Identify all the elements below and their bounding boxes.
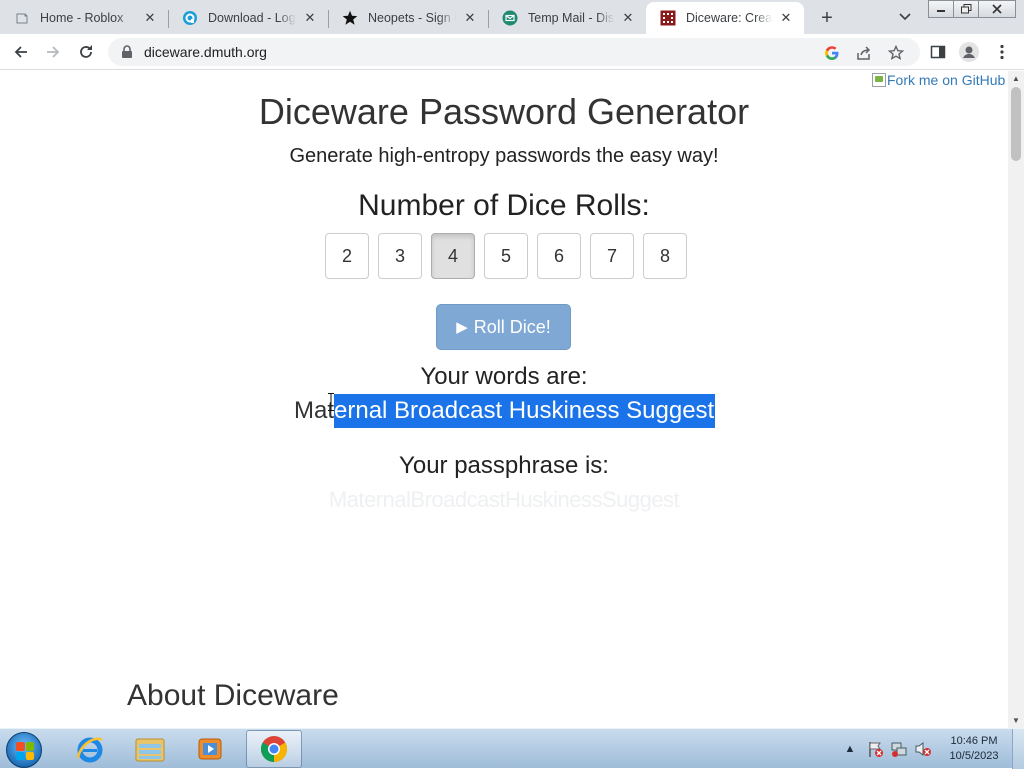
close-tab-icon[interactable]: ✕ bbox=[778, 10, 794, 26]
more-menu-icon[interactable] bbox=[990, 40, 1014, 64]
words-selected-text: ernal Broadcast Huskiness Suggest bbox=[334, 394, 716, 428]
dice-count-selector: 2 3 4 5 6 7 8 bbox=[325, 233, 687, 279]
close-tab-icon[interactable]: ✕ bbox=[620, 10, 636, 26]
action-center-flag-icon[interactable] bbox=[864, 737, 886, 761]
broken-image-icon bbox=[872, 73, 886, 87]
folder-icon bbox=[135, 738, 165, 762]
minimize-button[interactable] bbox=[928, 0, 954, 18]
dice-count-button-5[interactable]: 5 bbox=[484, 233, 528, 279]
chevron-down-icon[interactable] bbox=[895, 7, 915, 27]
scrollbar-thumb[interactable] bbox=[1011, 87, 1021, 161]
page-title: Diceware Password Generator bbox=[258, 91, 750, 132]
dice-count-button-3[interactable]: 3 bbox=[378, 233, 422, 279]
show-hidden-icons-arrow[interactable]: ▲ bbox=[843, 737, 857, 761]
tab-title: Home - Roblox bbox=[40, 11, 124, 25]
windows-taskbar: ▲ 10:46 PM 10/5/2023 bbox=[0, 728, 1024, 769]
logitech-icon bbox=[182, 10, 198, 26]
tempmail-icon bbox=[502, 10, 518, 26]
window-close-button[interactable] bbox=[978, 0, 1016, 18]
browser-toolbar: diceware.dmuth.org bbox=[0, 34, 1024, 70]
chrome-icon bbox=[260, 736, 288, 763]
tab-tempmail[interactable]: Temp Mail - Disposable ✕ bbox=[488, 2, 646, 34]
bookmark-star-icon[interactable] bbox=[885, 42, 907, 64]
tab-title: Diceware: Create bbox=[686, 11, 772, 25]
tab-logitech[interactable]: Download - Logitech ✕ bbox=[168, 2, 328, 34]
address-bar[interactable]: diceware.dmuth.org bbox=[108, 38, 920, 66]
tab-diceware[interactable]: Diceware: Create ✕ bbox=[646, 2, 804, 34]
play-icon: ▶ bbox=[456, 319, 468, 336]
tab-title: Temp Mail - Disposable bbox=[528, 11, 614, 25]
scroll-up-arrow-icon[interactable]: ▲ bbox=[1012, 74, 1020, 83]
fork-link-text: Fork me on GitHub bbox=[887, 72, 1006, 88]
fork-me-github-link[interactable]: Fork me on GitHub bbox=[872, 72, 1005, 88]
media-player-icon bbox=[198, 738, 222, 760]
taskbar-internet-explorer[interactable] bbox=[62, 730, 118, 768]
back-arrow-icon[interactable] bbox=[9, 40, 33, 64]
taskbar-windows-explorer[interactable] bbox=[122, 730, 178, 768]
neopets-star-icon bbox=[342, 10, 358, 26]
taskbar-media-player[interactable] bbox=[182, 730, 238, 768]
start-button[interactable] bbox=[6, 732, 42, 768]
words-label: Your words are: bbox=[420, 363, 588, 390]
close-tab-icon[interactable]: ✕ bbox=[142, 10, 158, 26]
clock-time: 10:46 PM bbox=[950, 735, 998, 747]
dice-count-button-6[interactable]: 6 bbox=[537, 233, 581, 279]
vertical-scrollbar[interactable]: ▲ ▼ bbox=[1008, 71, 1024, 728]
share-icon[interactable] bbox=[853, 42, 875, 64]
profile-avatar-icon[interactable] bbox=[957, 40, 981, 64]
url-text: diceware.dmuth.org bbox=[144, 44, 267, 60]
close-tab-icon[interactable]: ✕ bbox=[302, 10, 318, 26]
new-tab-plus-icon[interactable]: + bbox=[815, 6, 839, 30]
windows-logo-icon bbox=[16, 742, 34, 760]
volume-muted-icon[interactable] bbox=[912, 737, 934, 761]
lock-icon[interactable] bbox=[120, 45, 134, 59]
diceware-icon bbox=[660, 10, 676, 26]
show-desktop-button[interactable] bbox=[1012, 729, 1024, 769]
roll-dice-label: Roll Dice! bbox=[473, 316, 551, 337]
about-heading: About Diceware bbox=[127, 679, 339, 712]
reload-icon[interactable] bbox=[74, 40, 98, 64]
passphrase-output[interactable]: MaternalBroadcastHuskinessSuggest bbox=[0, 487, 1008, 513]
dice-count-button-2[interactable]: 2 bbox=[325, 233, 369, 279]
forward-arrow-icon[interactable] bbox=[41, 40, 65, 64]
taskbar-google-chrome[interactable] bbox=[246, 730, 302, 768]
dice-count-button-8[interactable]: 8 bbox=[643, 233, 687, 279]
system-clock[interactable]: 10:46 PM 10/5/2023 bbox=[940, 734, 1008, 764]
roll-dice-button[interactable]: ▶ Roll Dice! bbox=[436, 304, 571, 350]
network-icon[interactable] bbox=[888, 737, 910, 761]
tab-strip: Home - Roblox ✕ Download - Logitech ✕ Ne… bbox=[0, 0, 1024, 34]
clock-date: 10/5/2023 bbox=[949, 750, 999, 762]
page-subtitle: Generate high-entropy passwords the easy… bbox=[289, 145, 719, 167]
page-viewport: Fork me on GitHub Diceware Password Gene… bbox=[0, 71, 1008, 728]
tab-neopets[interactable]: Neopets - Sign Up ✕ bbox=[328, 2, 488, 34]
roblox-page-icon bbox=[14, 10, 30, 26]
internet-explorer-icon bbox=[76, 737, 103, 763]
restore-button[interactable] bbox=[953, 0, 979, 18]
tab-roblox[interactable]: Home - Roblox ✕ bbox=[0, 2, 168, 34]
passphrase-label: Your passphrase is: bbox=[399, 452, 609, 479]
close-tab-icon[interactable]: ✕ bbox=[462, 10, 478, 26]
dice-count-heading: Number of Dice Rolls: bbox=[358, 189, 650, 222]
dice-count-button-4[interactable]: 4 bbox=[431, 233, 475, 279]
scroll-down-arrow-icon[interactable]: ▼ bbox=[1012, 716, 1020, 725]
text-cursor-icon bbox=[328, 393, 334, 411]
side-panel-icon[interactable] bbox=[926, 40, 950, 64]
dice-count-button-7[interactable]: 7 bbox=[590, 233, 634, 279]
google-translate-icon[interactable] bbox=[821, 42, 843, 64]
tab-title: Neopets - Sign Up bbox=[368, 11, 456, 25]
tab-title: Download - Logitech bbox=[208, 11, 296, 25]
generated-words[interactable]: Mat ernal Broadcast Huskiness Suggest bbox=[294, 394, 716, 428]
